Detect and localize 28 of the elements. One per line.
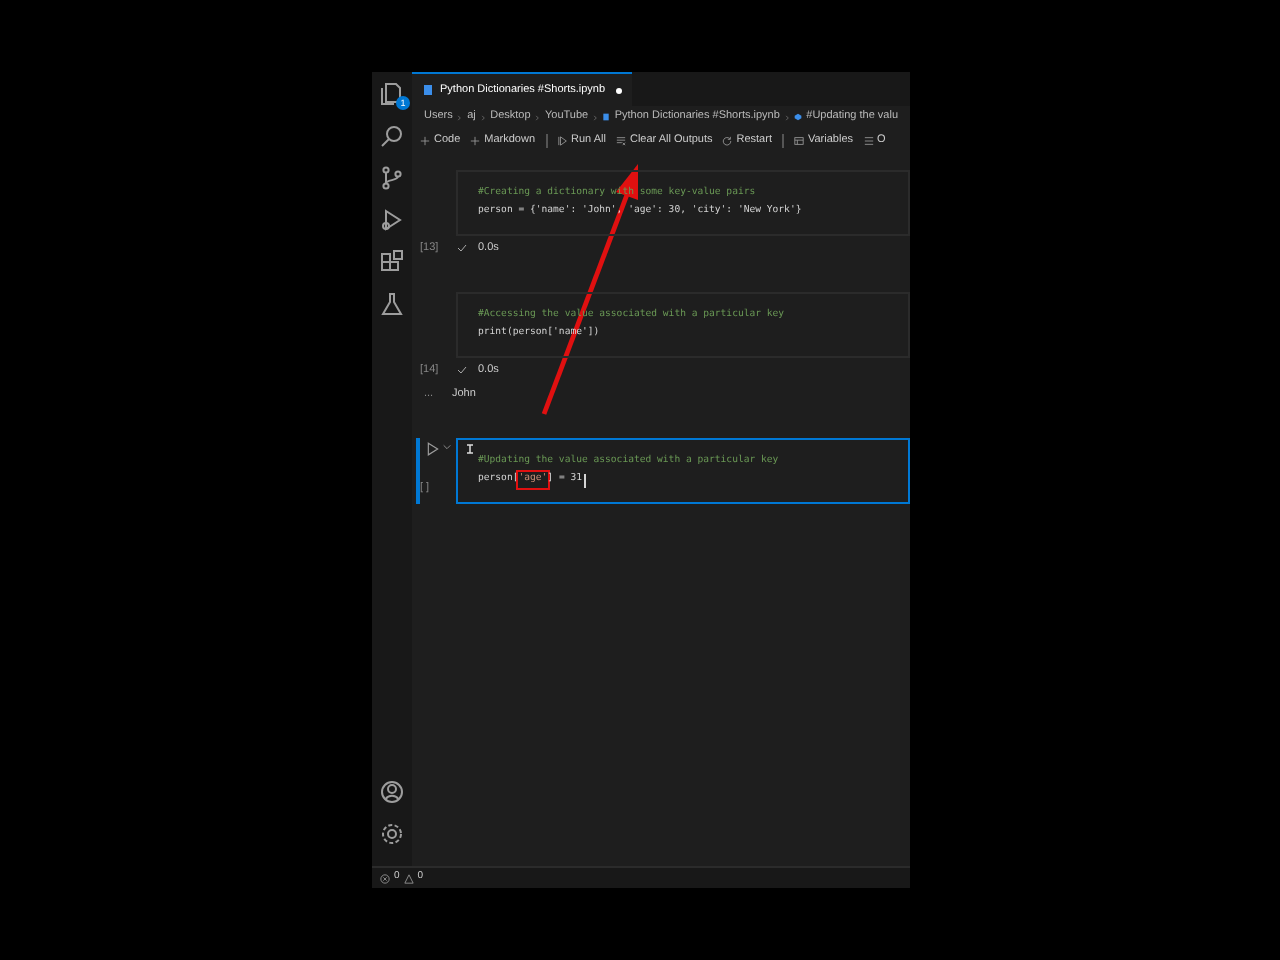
- list-icon: [863, 135, 874, 145]
- run-cell-icon[interactable]: [426, 442, 440, 456]
- variables-icon: [793, 135, 804, 145]
- chevron-down-icon[interactable]: [442, 442, 452, 452]
- account-icon[interactable]: [380, 780, 404, 804]
- plus-icon: [420, 135, 430, 145]
- cube-icon: [794, 112, 803, 122]
- notebook-icon: [422, 84, 434, 96]
- notebook-icon: [602, 112, 611, 122]
- flask-icon[interactable]: [380, 292, 404, 316]
- extensions-icon[interactable]: [380, 250, 404, 274]
- chevron-right-icon: [592, 113, 599, 121]
- run-debug-icon[interactable]: [380, 208, 404, 232]
- checkmark-icon: [456, 364, 468, 376]
- checkmark-icon: [456, 242, 468, 254]
- text-cursor: [584, 473, 586, 487]
- warning-icon[interactable]: [403, 873, 414, 883]
- search-icon[interactable]: [380, 124, 404, 148]
- text-cursor-icon: [464, 442, 476, 456]
- run-icon: [557, 135, 568, 145]
- chevron-right-icon: [534, 113, 541, 121]
- source-control-icon[interactable]: [380, 166, 404, 190]
- error-icon[interactable]: [380, 873, 390, 883]
- clear-outputs-icon: [615, 135, 626, 145]
- files-icon[interactable]: [380, 82, 404, 106]
- plus-icon: [470, 135, 481, 145]
- restart-icon: [722, 135, 733, 145]
- settings-icon[interactable]: [380, 822, 404, 846]
